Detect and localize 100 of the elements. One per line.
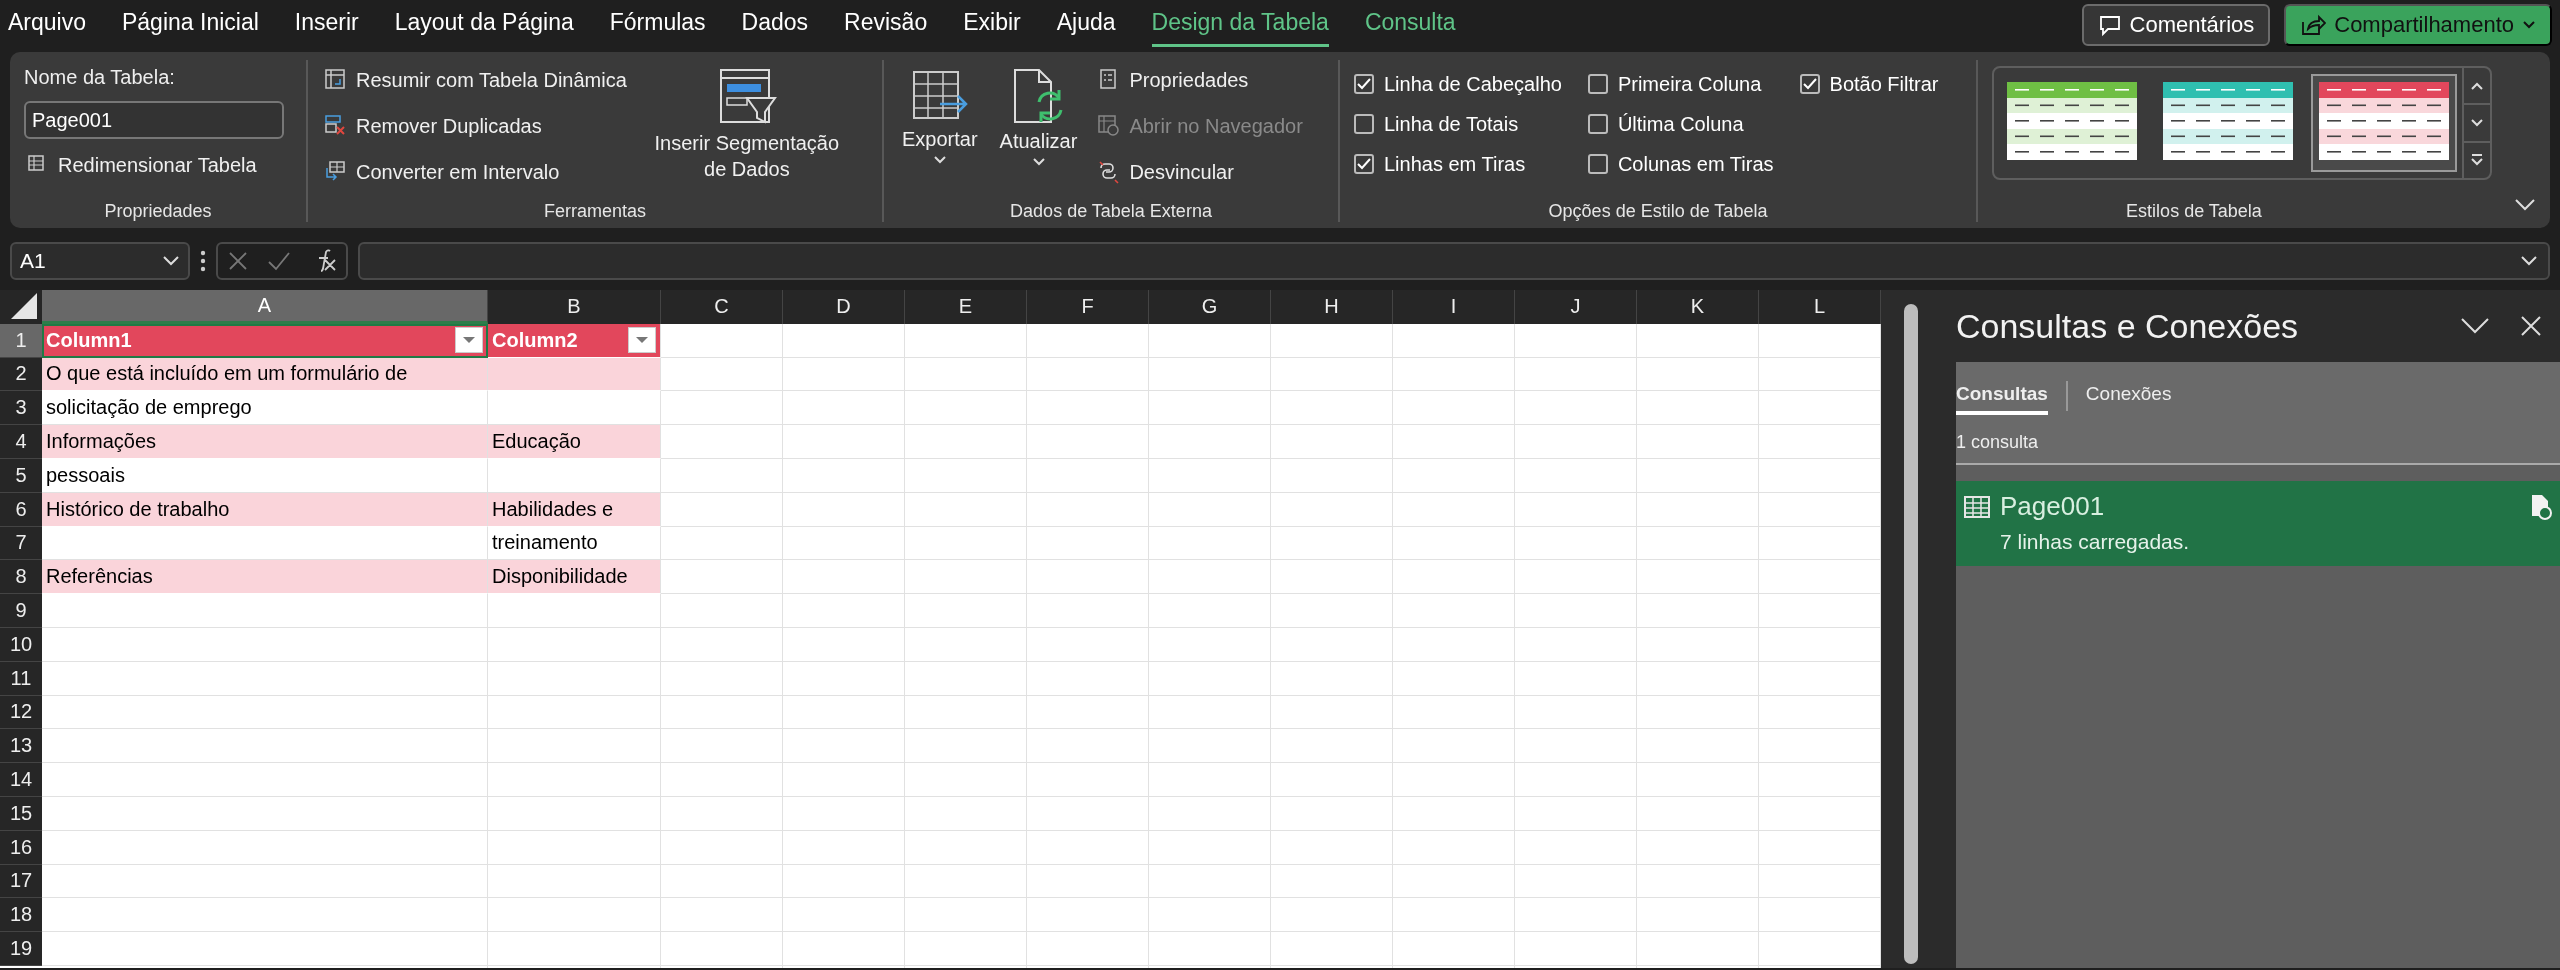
row-header[interactable]: 10 xyxy=(0,627,42,662)
table-cell[interactable] xyxy=(488,357,661,392)
column-header[interactable]: J xyxy=(1515,290,1637,324)
table-cell[interactable]: Referências xyxy=(42,560,488,595)
menu-tab[interactable]: Inserir xyxy=(294,3,359,47)
ribbon-command[interactable]: Redimensionar Tabela xyxy=(24,145,284,185)
column-header[interactable]: H xyxy=(1271,290,1393,324)
expand-gallery-icon[interactable] xyxy=(2470,153,2484,168)
menu-tab[interactable]: Consulta xyxy=(1364,3,1456,47)
column-header[interactable]: E xyxy=(905,290,1027,324)
collapse-ribbon-icon[interactable] xyxy=(2514,198,2536,212)
checkbox-label[interactable]: Primeira Coluna xyxy=(1617,72,1762,96)
check-icon[interactable] xyxy=(267,250,291,272)
row-header[interactable]: 1 xyxy=(0,323,42,358)
row-header[interactable]: 17 xyxy=(0,864,42,899)
row-header[interactable]: 5 xyxy=(0,459,42,493)
menu-tab[interactable]: Design da Tabela xyxy=(1151,3,1329,47)
row-header[interactable]: 16 xyxy=(0,830,42,865)
menu-tab[interactable]: Layout da Página xyxy=(394,3,574,47)
row-header[interactable]: 11 xyxy=(0,661,42,696)
more-options-icon[interactable] xyxy=(200,250,206,272)
table-cell[interactable]: pessoais xyxy=(42,459,488,493)
table-cell[interactable]: Habilidades e xyxy=(488,492,661,527)
row-header[interactable]: 19 xyxy=(0,932,42,966)
row-header[interactable]: 9 xyxy=(0,594,42,628)
checkbox-label[interactable]: Linhas em Tiras xyxy=(1384,152,1526,176)
column-header[interactable]: D xyxy=(783,290,905,324)
ribbon-button[interactable]: Inserir Segmentação de Dados xyxy=(642,60,851,195)
scrollbar[interactable] xyxy=(1903,304,1918,964)
table-cell[interactable]: Educação xyxy=(488,425,661,459)
filter-button[interactable] xyxy=(455,327,483,354)
menu-tab[interactable]: Ajuda xyxy=(1056,3,1116,47)
menu-tab[interactable]: Arquivo xyxy=(8,3,86,47)
query-item[interactable]: Page001 7 linhas carregadas. xyxy=(1956,481,2560,566)
checkbox-label[interactable]: Linha de Totais xyxy=(1384,112,1519,136)
row-header[interactable]: 18 xyxy=(0,898,42,933)
column-header[interactable]: L xyxy=(1759,290,1881,324)
checkbox-label[interactable]: Linha de Cabeçalho xyxy=(1384,72,1562,96)
column-header[interactable]: B xyxy=(488,290,661,324)
checkbox-label[interactable]: Botão Filtrar xyxy=(1829,72,1939,96)
name-box[interactable]: A1 xyxy=(10,242,190,280)
formula-field[interactable] xyxy=(358,242,2550,280)
column-header[interactable]: I xyxy=(1393,290,1515,324)
table-style-swatch[interactable] xyxy=(2163,82,2293,160)
table-cell[interactable]: Histórico de trabalho xyxy=(42,492,488,527)
chevron-down-icon[interactable] xyxy=(162,255,180,267)
ribbon-command[interactable]: Remover Duplicadas xyxy=(322,106,629,146)
menu-tab[interactable]: Dados xyxy=(741,3,809,47)
ribbon-button[interactable]: Atualizar xyxy=(995,60,1082,195)
row-header[interactable]: 3 xyxy=(0,391,42,426)
pane-tab[interactable]: Conexões xyxy=(2085,377,2172,415)
document-refresh-icon[interactable] xyxy=(2530,493,2552,520)
ribbon-command[interactable]: Converter em Intervalo xyxy=(322,152,629,192)
ribbon-command[interactable]: Resumir com Tabela Dinâmica xyxy=(322,60,629,100)
row-header[interactable]: 14 xyxy=(0,763,42,797)
table-cell[interactable]: O que está incluído em um formulário de xyxy=(42,357,488,392)
ribbon-command[interactable]: Propriedades xyxy=(1095,60,1305,100)
table-style-swatch[interactable] xyxy=(2319,82,2449,160)
checkbox[interactable] xyxy=(1354,154,1374,174)
pane-tab[interactable]: Consultas xyxy=(1956,377,2048,415)
row-header[interactable]: 6 xyxy=(0,492,42,527)
column-header[interactable]: G xyxy=(1149,290,1271,324)
menu-tab[interactable]: Exibir xyxy=(963,3,1021,47)
chevron-up-icon[interactable] xyxy=(2470,80,2484,91)
checkbox[interactable] xyxy=(1587,154,1608,174)
cancel-icon[interactable] xyxy=(227,250,249,272)
row-header[interactable]: 2 xyxy=(0,357,42,392)
row-header[interactable]: 4 xyxy=(0,425,42,459)
ribbon-button[interactable]: Exportar xyxy=(898,60,982,195)
checkbox-label[interactable]: Colunas em Tiras xyxy=(1617,152,1774,176)
close-icon[interactable] xyxy=(2520,315,2542,337)
menu-tab[interactable]: Revisão xyxy=(844,3,928,47)
row-header[interactable]: 13 xyxy=(0,729,42,764)
chevron-down-icon[interactable] xyxy=(2470,118,2484,128)
row-header[interactable]: 15 xyxy=(0,796,42,831)
checkbox[interactable] xyxy=(1799,74,1820,94)
checkbox-label[interactable]: Última Coluna xyxy=(1617,112,1744,136)
checkbox[interactable] xyxy=(1354,74,1374,94)
row-header[interactable]: 7 xyxy=(0,526,42,561)
menu-tab[interactable]: Fórmulas xyxy=(609,3,706,47)
checkbox[interactable] xyxy=(1587,74,1608,94)
comments-button[interactable]: Comentários xyxy=(2081,4,2271,46)
row-header[interactable]: 12 xyxy=(0,695,42,730)
filter-button[interactable] xyxy=(628,327,656,354)
row-header[interactable]: 8 xyxy=(0,560,42,595)
table-cell[interactable]: Disponibilidade xyxy=(488,560,661,595)
share-button[interactable]: Compartilhamento xyxy=(2284,4,2552,46)
column-header[interactable]: K xyxy=(1637,290,1759,324)
checkbox[interactable] xyxy=(1587,114,1608,134)
table-style-swatch[interactable] xyxy=(2007,82,2137,160)
column-header[interactable]: A xyxy=(42,290,488,324)
menu-tab[interactable]: Página Inicial xyxy=(122,3,259,47)
chevron-down-icon[interactable] xyxy=(2520,255,2538,267)
table-name-field[interactable]: Page001 xyxy=(24,101,284,139)
ribbon-command[interactable]: Desvincular xyxy=(1095,152,1305,192)
column-header[interactable]: F xyxy=(1027,290,1149,324)
chevron-down-icon[interactable] xyxy=(2460,317,2490,335)
column-header[interactable]: C xyxy=(661,290,783,324)
checkbox[interactable] xyxy=(1354,114,1374,134)
table-cell[interactable]: Informações xyxy=(42,425,488,459)
